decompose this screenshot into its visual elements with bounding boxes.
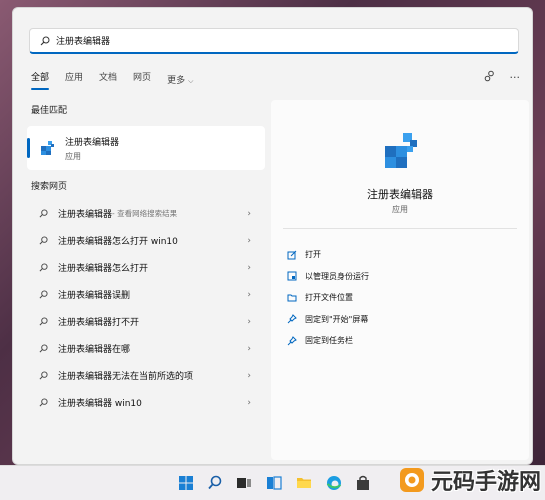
web-result-text: 注册表编辑器怎么打开 [58, 264, 149, 274]
open-label: 打开 [305, 250, 321, 260]
tab-more-label: 更多 [167, 76, 186, 86]
detail-pane: 注册表编辑器 应用 打开 以管理员身份运行 打开文件位置 固定到"开始"屏幕 固… [271, 100, 529, 460]
watermark: 元码手游网 [397, 460, 541, 500]
watermark-logo [399, 468, 424, 492]
header-actions: ··· [484, 70, 521, 86]
best-match-result[interactable]: 注册表编辑器 应用 [27, 126, 265, 170]
search-input[interactable]: 注册表编辑器 [29, 28, 519, 54]
run-as-admin-action[interactable]: 以管理员身份运行 [287, 266, 369, 288]
web-result-item[interactable]: 注册表编辑器在哪 › [27, 335, 265, 362]
chevron-right-icon: › [247, 397, 251, 408]
tab-web[interactable]: 网页 [133, 72, 151, 90]
tab-more[interactable]: 更多 ⌵ [167, 72, 193, 90]
task-view-icon[interactable] [236, 475, 252, 491]
web-result-item[interactable]: 注册表编辑器 - 查看网络搜索结果 › [27, 200, 265, 227]
more-options-icon[interactable]: ··· [510, 71, 521, 85]
web-result-item[interactable]: 注册表编辑器打不开 › [27, 308, 265, 335]
search-icon [39, 344, 48, 353]
share-network-icon[interactable] [484, 70, 496, 86]
best-match-heading: 最佳匹配 [31, 106, 68, 116]
web-result-text: 注册表编辑器怎么打开 win10 [58, 237, 178, 247]
open-file-location-action[interactable]: 打开文件位置 [287, 287, 369, 309]
best-match-name: 注册表编辑器 [65, 137, 120, 148]
pin-icon [287, 314, 297, 324]
chevron-right-icon: › [247, 262, 251, 273]
chevron-down-icon: ⌵ [188, 77, 194, 85]
web-result-item[interactable]: 注册表编辑器无法在当前所选的项 › [27, 362, 265, 389]
search-icon [39, 371, 48, 380]
web-result-item[interactable]: 注册表编辑器误删 › [27, 281, 265, 308]
pin-to-start-action[interactable]: 固定到"开始"屏幕 [287, 309, 369, 331]
search-icon [40, 36, 50, 45]
start-search-panel: 注册表编辑器 全部 应用 文档 网页 更多 ⌵ ··· 最佳匹配 注册表编辑器 … [12, 7, 533, 465]
search-icon [39, 263, 48, 272]
web-result-text: 注册表编辑器无法在当前所选的项 [58, 372, 194, 382]
filter-tabs: 全部 应用 文档 网页 更多 ⌵ [31, 72, 209, 90]
web-search-heading: 搜索网页 [31, 182, 68, 192]
registry-editor-icon [41, 141, 54, 155]
web-result-item[interactable]: 注册表编辑器怎么打开 win10 › [27, 227, 265, 254]
web-result-text: 注册表编辑器打不开 [58, 318, 140, 328]
open-icon [287, 250, 297, 260]
web-result-text: 注册表编辑器误删 [58, 291, 131, 301]
search-icon[interactable] [207, 475, 223, 491]
run-as-admin-label: 以管理员身份运行 [305, 271, 369, 281]
web-result-text: 注册表编辑器在哪 [58, 345, 131, 355]
web-result-text: 注册表编辑器 [58, 210, 113, 220]
registry-editor-icon [385, 133, 417, 168]
windows-start-icon[interactable] [178, 475, 194, 491]
results-column: 最佳匹配 注册表编辑器 应用 搜索网页 注册表编辑器 - 查看网络搜索结果 › … [27, 104, 267, 416]
web-result-suffix: - 查看网络搜索结果 [112, 209, 178, 218]
selection-indicator [27, 138, 30, 158]
chevron-right-icon: › [247, 343, 251, 354]
web-result-item[interactable]: 注册表编辑器 win10 › [27, 389, 265, 416]
search-icon [39, 209, 48, 218]
web-result-item[interactable]: 注册表编辑器怎么打开 › [27, 254, 265, 281]
detail-app-name: 注册表编辑器 [367, 188, 433, 201]
pin-to-start-label: 固定到"开始"屏幕 [305, 314, 369, 324]
folder-icon [287, 294, 297, 302]
pin-icon [287, 335, 297, 346]
pin-to-taskbar-label: 固定到任务栏 [305, 336, 353, 346]
chevron-right-icon: › [247, 235, 251, 246]
watermark-text: 元码手游网 [430, 470, 541, 495]
search-icon [39, 398, 48, 407]
edge-browser-icon[interactable] [326, 475, 342, 491]
web-results-list: 注册表编辑器 - 查看网络搜索结果 › 注册表编辑器怎么打开 win10 › 注… [27, 200, 267, 416]
open-file-location-label: 打开文件位置 [305, 293, 353, 303]
best-match-type: 应用 [65, 151, 81, 161]
widgets-icon[interactable] [266, 475, 282, 491]
chevron-right-icon: › [247, 289, 251, 300]
tab-documents[interactable]: 文档 [99, 72, 117, 90]
chevron-right-icon: › [247, 316, 251, 327]
search-icon [39, 236, 48, 245]
action-list: 打开 以管理员身份运行 打开文件位置 固定到"开始"屏幕 固定到任务栏 [287, 244, 369, 352]
web-result-text: 注册表编辑器 win10 [58, 399, 142, 409]
store-icon[interactable] [355, 475, 371, 491]
pin-to-taskbar-action[interactable]: 固定到任务栏 [287, 330, 369, 352]
admin-shield-icon [287, 271, 297, 281]
chevron-right-icon: › [247, 208, 251, 219]
detail-app-type: 应用 [392, 205, 408, 214]
search-icon [39, 290, 48, 299]
file-explorer-icon[interactable] [296, 475, 312, 491]
tab-all[interactable]: 全部 [31, 72, 50, 90]
divider [283, 228, 517, 229]
open-action[interactable]: 打开 [287, 244, 369, 266]
search-query: 注册表编辑器 [56, 37, 111, 47]
chevron-right-icon: › [247, 370, 251, 381]
search-icon [39, 317, 48, 326]
tab-apps[interactable]: 应用 [65, 72, 83, 90]
